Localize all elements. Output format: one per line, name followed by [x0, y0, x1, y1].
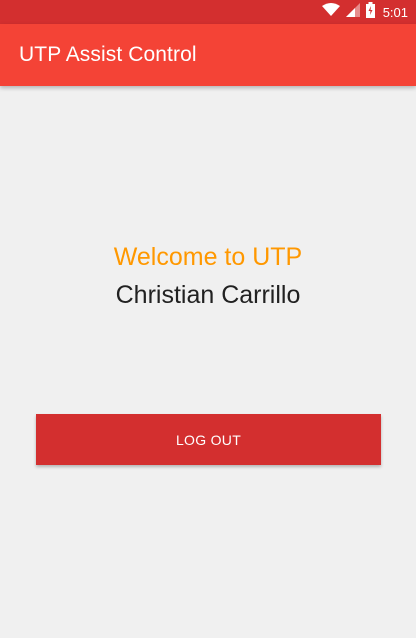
welcome-text: Welcome to UTP [113, 243, 303, 271]
logout-button[interactable]: LOG OUT [36, 414, 381, 465]
signal-icon [345, 2, 360, 22]
status-icons: 5:01 [321, 1, 408, 23]
status-time: 5:01 [382, 4, 408, 20]
status-bar: 5:01 [0, 0, 416, 24]
app-title: UTP Assist Control [19, 43, 197, 66]
battery-icon [365, 1, 375, 23]
wifi-icon [321, 2, 340, 22]
app-bar: UTP Assist Control [0, 24, 416, 86]
user-name: Christian Carrillo [115, 281, 301, 309]
